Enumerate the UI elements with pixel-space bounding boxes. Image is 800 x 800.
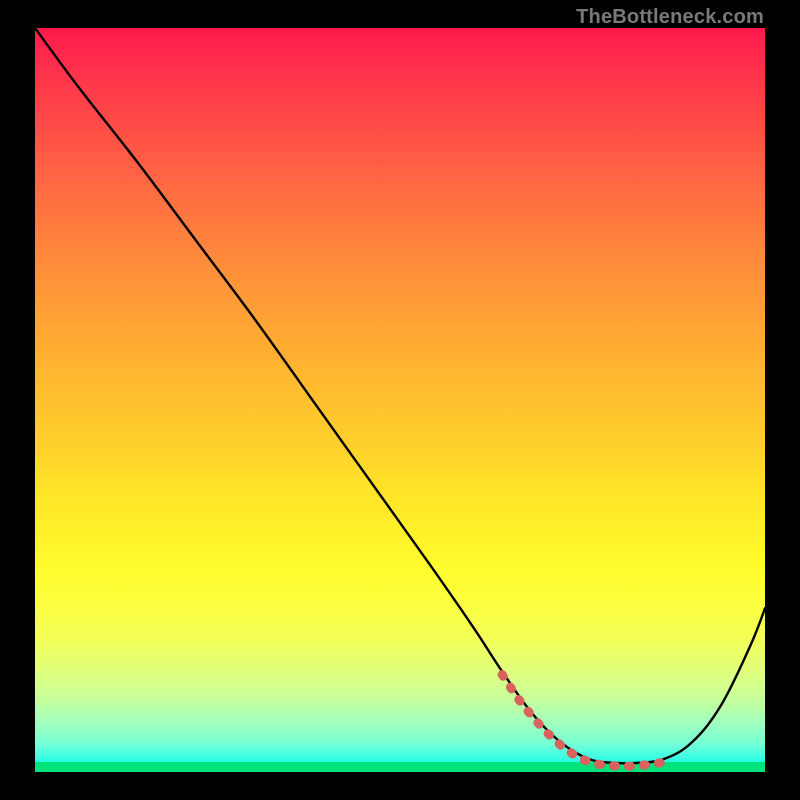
plot-area [35,28,765,772]
trough-marker-path [502,675,663,767]
curve-layer [35,28,765,772]
watermark-text: TheBottleneck.com [576,6,764,29]
main-curve [35,28,765,764]
trough-markers [502,675,663,767]
chart-frame: TheBottleneck.com [0,0,800,800]
